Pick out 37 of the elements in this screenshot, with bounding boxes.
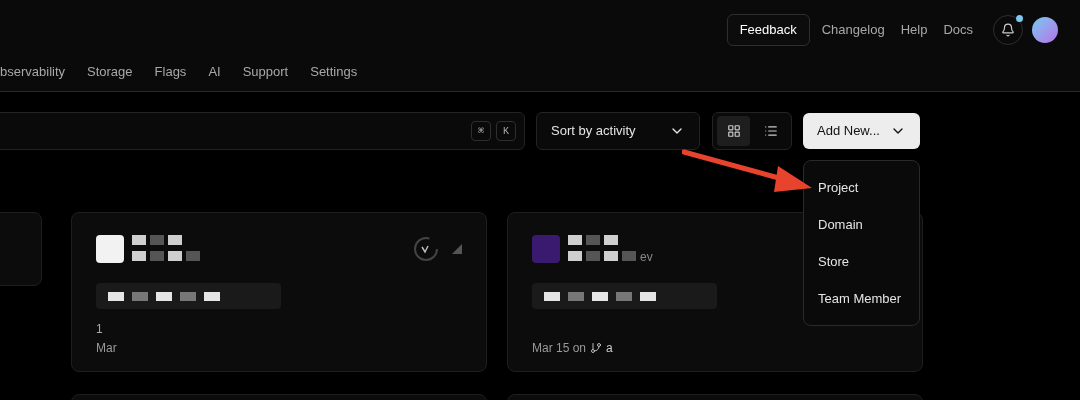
feedback-button[interactable]: Feedback: [726, 14, 810, 46]
bell-icon: [1001, 23, 1015, 37]
blurred-title: [568, 235, 618, 245]
menu-item[interactable]: Project: [804, 169, 919, 206]
commit-date: Mar 15 on: [532, 340, 587, 357]
header-link[interactable]: Changelog: [821, 20, 885, 40]
nav-tab[interactable]: Storage: [87, 62, 133, 82]
menu-item[interactable]: Store: [804, 243, 919, 280]
search-field[interactable]: ⌘ K: [0, 112, 525, 150]
branch-name: a: [606, 340, 613, 357]
header-link[interactable]: Docs: [943, 20, 973, 40]
project-url-text: ev: [640, 251, 653, 263]
branch-icon: [590, 342, 603, 354]
blurred-title: [132, 235, 182, 245]
project-logo: [532, 235, 560, 263]
user-avatar[interactable]: [1032, 17, 1058, 43]
nav-tab[interactable]: Support: [242, 62, 289, 82]
shortcut-key: ⌘: [471, 121, 491, 141]
status-ring-icon: [412, 235, 440, 263]
menu-item[interactable]: Team Member: [804, 280, 919, 317]
nav-tab[interactable]: AI: [208, 62, 221, 82]
blurred-url: [568, 251, 636, 261]
grid-icon: [726, 124, 741, 138]
commit-date: Mar: [96, 340, 117, 357]
commit-count: 1: [96, 321, 104, 337]
grid-view-button[interactable]: [717, 116, 750, 146]
shortcut-key: K: [496, 121, 516, 141]
blurred-url: [132, 251, 200, 261]
project-logo: [96, 235, 124, 263]
project-card[interactable]: 1 Mar: [71, 212, 487, 372]
sort-dropdown[interactable]: Sort by activity: [536, 112, 700, 150]
nav-tab[interactable]: bservability: [0, 62, 66, 82]
nav-tab[interactable]: Settings: [310, 62, 358, 82]
list-icon: [763, 124, 778, 138]
nav-tab[interactable]: Flags: [154, 62, 187, 82]
header-link[interactable]: Help: [900, 20, 928, 40]
add-new-button[interactable]: Add New...: [803, 113, 920, 149]
